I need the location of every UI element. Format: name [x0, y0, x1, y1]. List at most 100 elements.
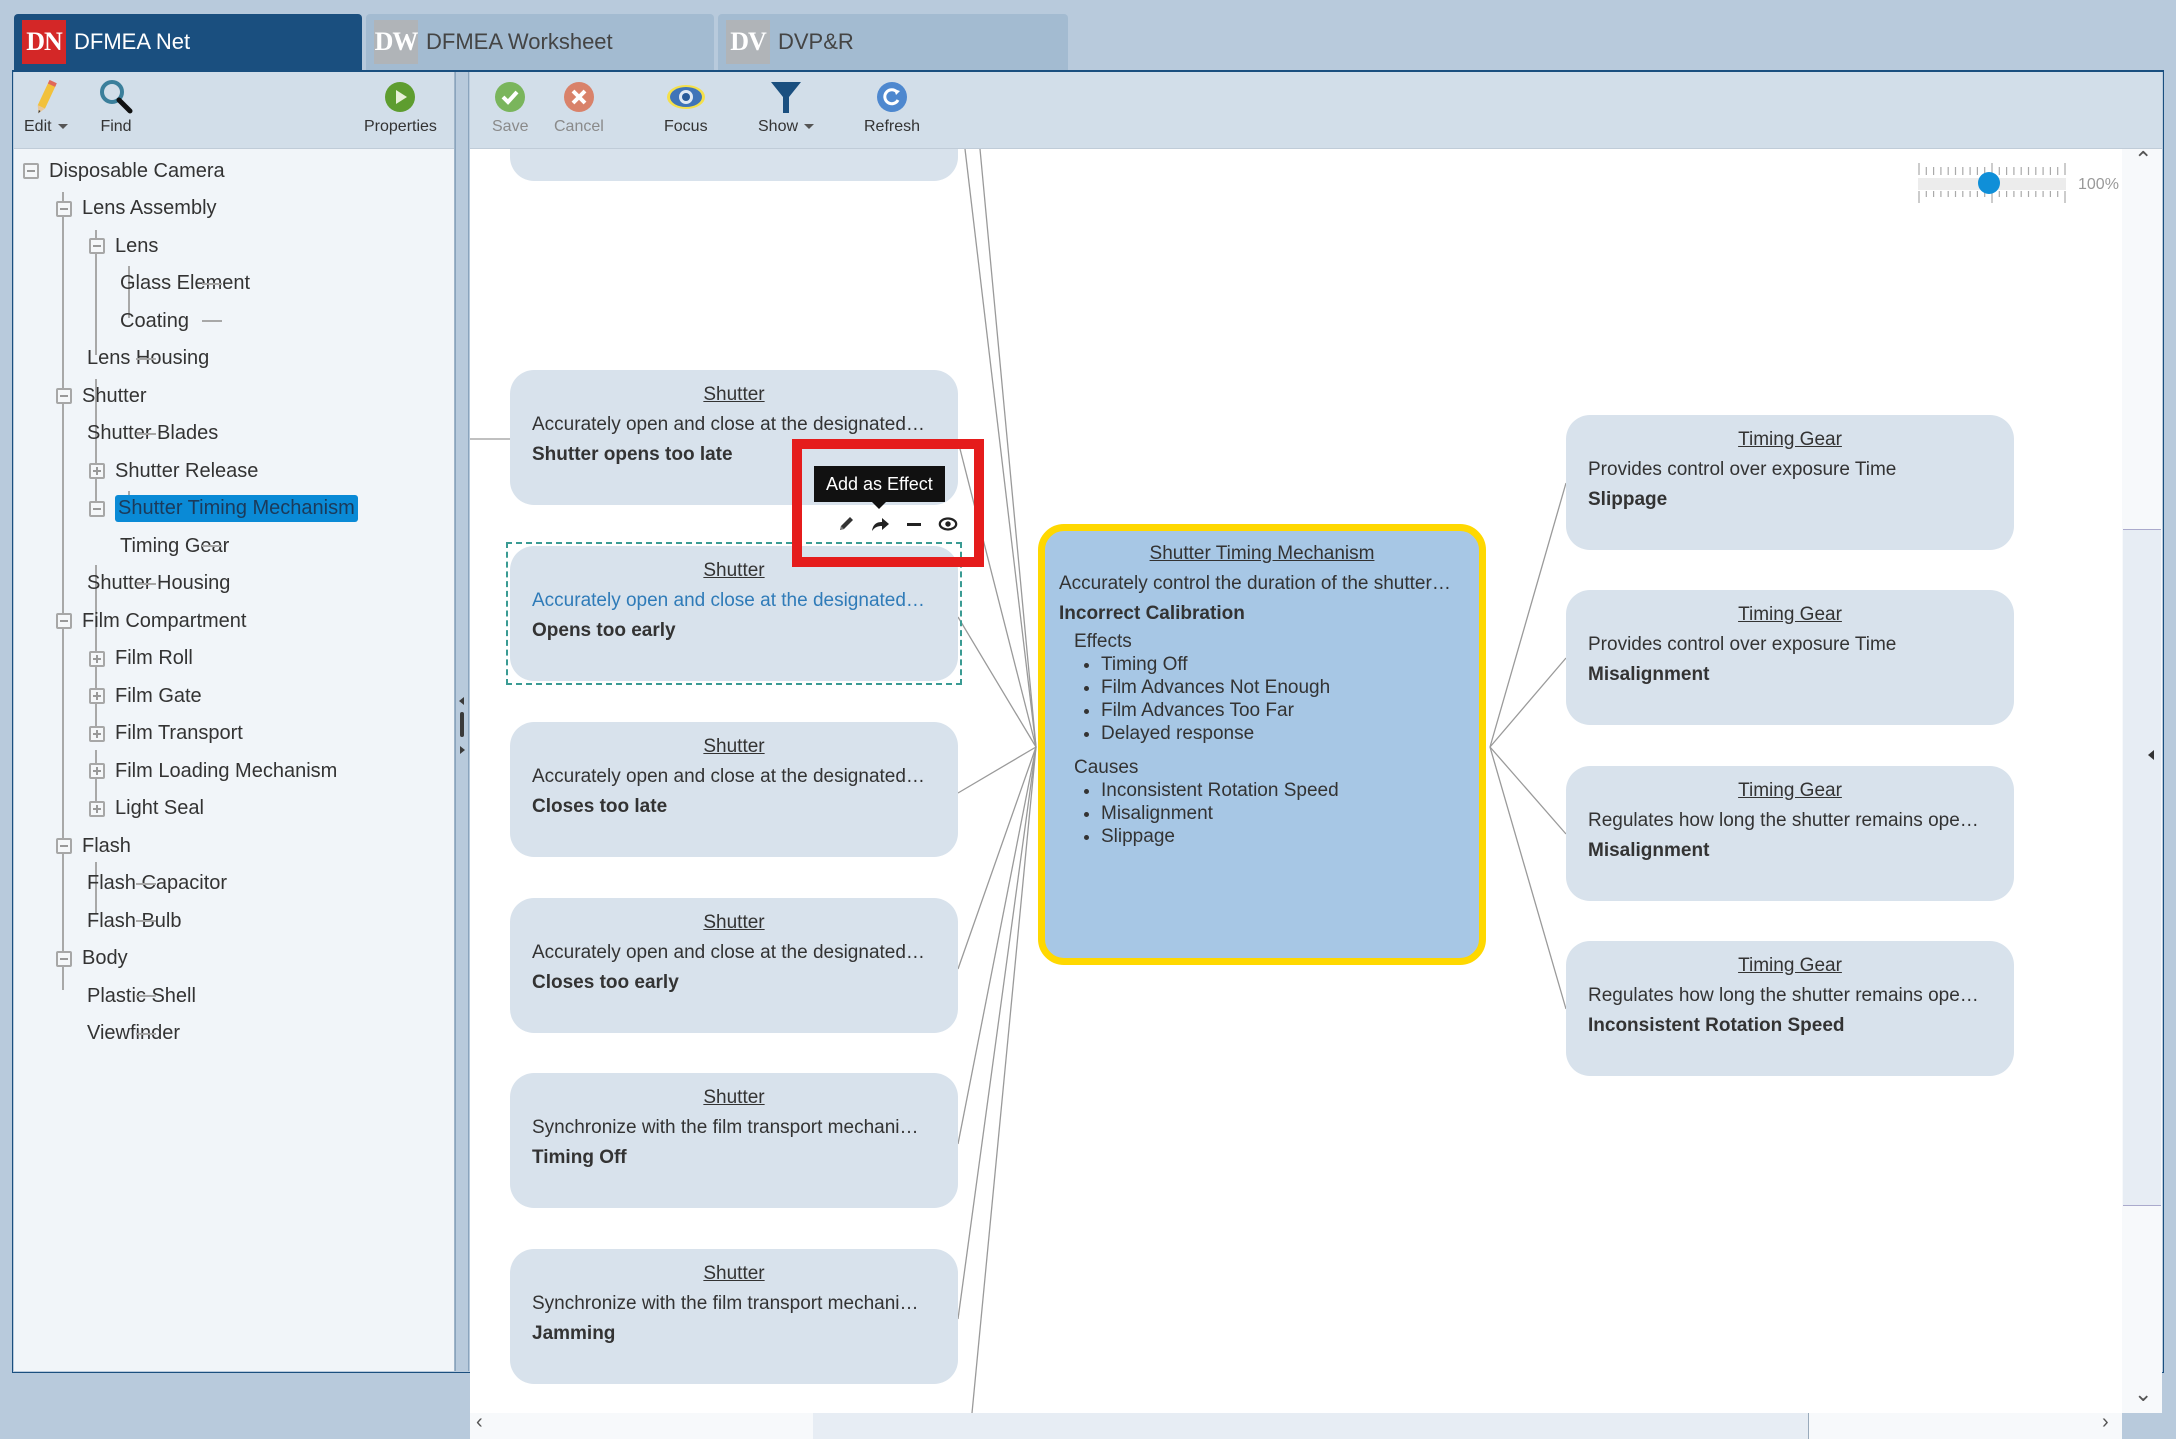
tree-node-label[interactable]: Shutter Housing: [87, 572, 230, 595]
tree-node-label[interactable]: Flash Capacitor: [87, 872, 227, 895]
expand-plus-icon[interactable]: [89, 763, 105, 779]
tree-node[interactable]: Film Loading Mechanism: [89, 754, 337, 788]
expand-plus-icon[interactable]: [89, 800, 105, 817]
effects-card[interactable]: Shutter Synchronize with the film transpo…: [510, 1249, 958, 1384]
minus-icon[interactable]: [904, 514, 924, 534]
focus-failure-card[interactable]: Shutter Timing Mechanism Accurately cont…: [1038, 524, 1486, 965]
expand-plus-icon[interactable]: [89, 688, 105, 704]
collapse-left-arrow-icon[interactable]: [459, 697, 464, 705]
expand-right-arrow-icon[interactable]: [460, 746, 465, 754]
tree-node-label[interactable]: Film Loading Mechanism: [115, 760, 337, 783]
tree-node-label[interactable]: Lens: [115, 235, 158, 258]
vertical-scrollbar[interactable]: ⌃ ⌄: [2122, 147, 2162, 1413]
tree-node[interactable]: Flash Bulb: [87, 904, 182, 938]
tree-node-label[interactable]: Coating: [120, 310, 189, 333]
collapse-minus-icon[interactable]: [56, 838, 72, 854]
focus-card-title[interactable]: Shutter Timing Mechanism: [1059, 543, 1465, 565]
card-item-title[interactable]: Timing Gear: [1588, 429, 1992, 451]
tree-node[interactable]: Shutter Blades: [87, 417, 218, 451]
tree-node[interactable]: Lens: [89, 229, 158, 263]
card-item-title[interactable]: Shutter: [532, 1263, 936, 1285]
tree-node-label[interactable]: Film Gate: [115, 685, 202, 708]
card-item-title[interactable]: Shutter: [532, 384, 936, 406]
causes-card[interactable]: Timing Gear Provides control over exposur…: [1566, 415, 2014, 550]
card-item-title[interactable]: Shutter: [532, 912, 936, 934]
tree-node[interactable]: Lens Assembly: [56, 192, 217, 226]
expand-plus-icon[interactable]: [89, 725, 105, 742]
expand-plus-icon[interactable]: [89, 650, 105, 667]
collapse-minus-icon[interactable]: [56, 950, 72, 967]
tree-node[interactable]: Flash: [56, 829, 131, 863]
focus-button[interactable]: Focus: [664, 76, 708, 136]
splitter-grip-icon[interactable]: [460, 712, 464, 737]
tree-node[interactable]: Film Transport: [89, 717, 243, 751]
properties-button[interactable]: Properties: [364, 76, 437, 136]
tree-node[interactable]: Shutter Release: [89, 454, 258, 488]
scroll-right-chevron-icon[interactable]: ›: [2102, 1411, 2109, 1434]
cancel-button[interactable]: Cancel: [554, 76, 604, 136]
collapse-minus-icon[interactable]: [89, 500, 105, 517]
tab-dvpr[interactable]: DV DVP&R: [718, 14, 1068, 70]
zoom-slider-knob[interactable]: [1978, 172, 2000, 194]
collapse-right-panel-arrow-icon[interactable]: [2148, 750, 2154, 760]
tree-node[interactable]: Viewfinder: [87, 1017, 180, 1051]
causes-card[interactable]: Timing Gear Regulates how long the shutte…: [1566, 941, 2014, 1076]
tree-node[interactable]: Body: [56, 942, 128, 976]
eye-icon[interactable]: [938, 514, 958, 534]
scroll-up-chevron-icon[interactable]: ⌃: [2134, 147, 2152, 173]
horizontal-scroll-thumb[interactable]: [813, 1413, 1809, 1439]
tree-node[interactable]: Film Compartment: [56, 604, 246, 638]
tree-node[interactable]: Shutter: [56, 379, 146, 413]
tree-node[interactable]: Shutter Housing: [87, 567, 230, 601]
zoom-slider[interactable]: [1918, 163, 2068, 203]
tree-node-label[interactable]: Film Compartment: [82, 610, 246, 633]
tree-node[interactable]: Timing Gear: [120, 529, 229, 563]
tree-node-label[interactable]: Disposable Camera: [49, 160, 225, 183]
tree-node[interactable]: Film Gate: [89, 679, 202, 713]
card-item-title[interactable]: Shutter: [532, 1087, 936, 1109]
tree-node-label[interactable]: Body: [82, 947, 128, 970]
effects-card[interactable]: Shutter Synchronize with the film transpo…: [510, 1073, 958, 1208]
collapse-minus-icon[interactable]: [89, 238, 105, 254]
tree-node[interactable]: Flash Capacitor: [87, 867, 227, 901]
horizontal-scrollbar[interactable]: ‹ ›: [470, 1411, 2122, 1439]
tree-node[interactable]: Shutter Timing Mechanism: [89, 492, 358, 526]
effects-card[interactable]: Shutter Accurately open and close at the …: [510, 898, 958, 1033]
card-item-title[interactable]: Timing Gear: [1588, 955, 1992, 977]
collapse-minus-icon[interactable]: [23, 163, 39, 179]
causes-card[interactable]: Timing Gear Provides control over exposur…: [1566, 590, 2014, 725]
effects-card[interactable]: Shutter Accurately open and close at the …: [510, 722, 958, 857]
refresh-button[interactable]: Refresh: [864, 76, 920, 136]
tree-node-label[interactable]: Glass Element: [120, 272, 250, 295]
edit-button[interactable]: Edit: [24, 76, 68, 136]
tree-node-label[interactable]: Shutter: [82, 385, 146, 408]
tree-node[interactable]: Plastic Shell: [87, 979, 196, 1013]
card-item-title[interactable]: Timing Gear: [1588, 780, 1992, 802]
tree-node[interactable]: Coating: [120, 304, 222, 338]
tree-node-label[interactable]: Light Seal: [115, 797, 204, 820]
dfmea-net-canvas[interactable]: Shutter Accurately open and close at the …: [470, 149, 2122, 1413]
expand-plus-icon[interactable]: [89, 463, 105, 479]
scroll-left-chevron-icon[interactable]: ‹: [476, 1411, 483, 1434]
tree-node[interactable]: Disposable Camera: [23, 154, 225, 188]
collapse-minus-icon[interactable]: [56, 200, 72, 217]
tree-node-label[interactable]: Shutter Timing Mechanism: [115, 495, 358, 522]
collapse-minus-icon[interactable]: [56, 613, 72, 629]
tree-node-label[interactable]: Film Transport: [115, 722, 243, 745]
tree-node[interactable]: Lens Housing: [87, 342, 209, 376]
effect-card-partial[interactable]: [510, 149, 958, 181]
tree-node-label[interactable]: Film Roll: [115, 647, 193, 670]
tree-node-label[interactable]: Lens Assembly: [82, 197, 217, 220]
panel-splitter[interactable]: [455, 72, 469, 1371]
tree-node-label[interactable]: Viewfinder: [87, 1022, 180, 1045]
share-arrow-icon[interactable]: [870, 514, 890, 534]
tree-node-label[interactable]: Shutter Release: [115, 460, 258, 483]
show-button[interactable]: Show: [758, 76, 815, 136]
tab-dfmea-worksheet[interactable]: DW DFMEA Worksheet: [366, 14, 714, 70]
collapse-minus-icon[interactable]: [56, 388, 72, 404]
tree-node[interactable]: Light Seal: [89, 792, 204, 826]
save-button[interactable]: Save: [492, 76, 528, 136]
tree-node-label[interactable]: Flash: [82, 835, 131, 858]
find-button[interactable]: Find: [98, 76, 134, 136]
tree-node-label[interactable]: Flash Bulb: [87, 910, 182, 933]
